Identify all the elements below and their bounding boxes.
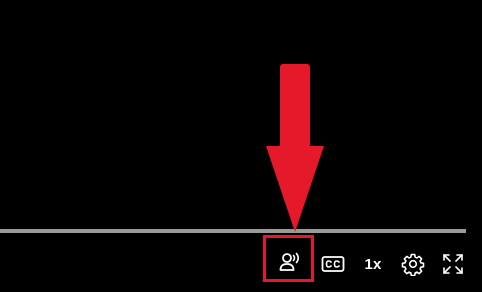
video-viewport[interactable] xyxy=(0,0,482,228)
progress-bar[interactable] xyxy=(0,229,466,233)
fullscreen-button[interactable] xyxy=(437,247,469,281)
audio-description-icon xyxy=(278,250,304,274)
video-player: 1x xyxy=(0,0,482,292)
closed-captions-icon xyxy=(321,255,345,273)
playback-speed-button[interactable]: 1x xyxy=(356,247,390,281)
gear-icon xyxy=(401,252,425,276)
settings-button[interactable] xyxy=(398,247,428,281)
fullscreen-icon xyxy=(442,253,464,275)
closed-captions-button[interactable] xyxy=(318,247,348,281)
audio-description-button[interactable] xyxy=(266,238,316,285)
playback-speed-label: 1x xyxy=(364,255,382,273)
